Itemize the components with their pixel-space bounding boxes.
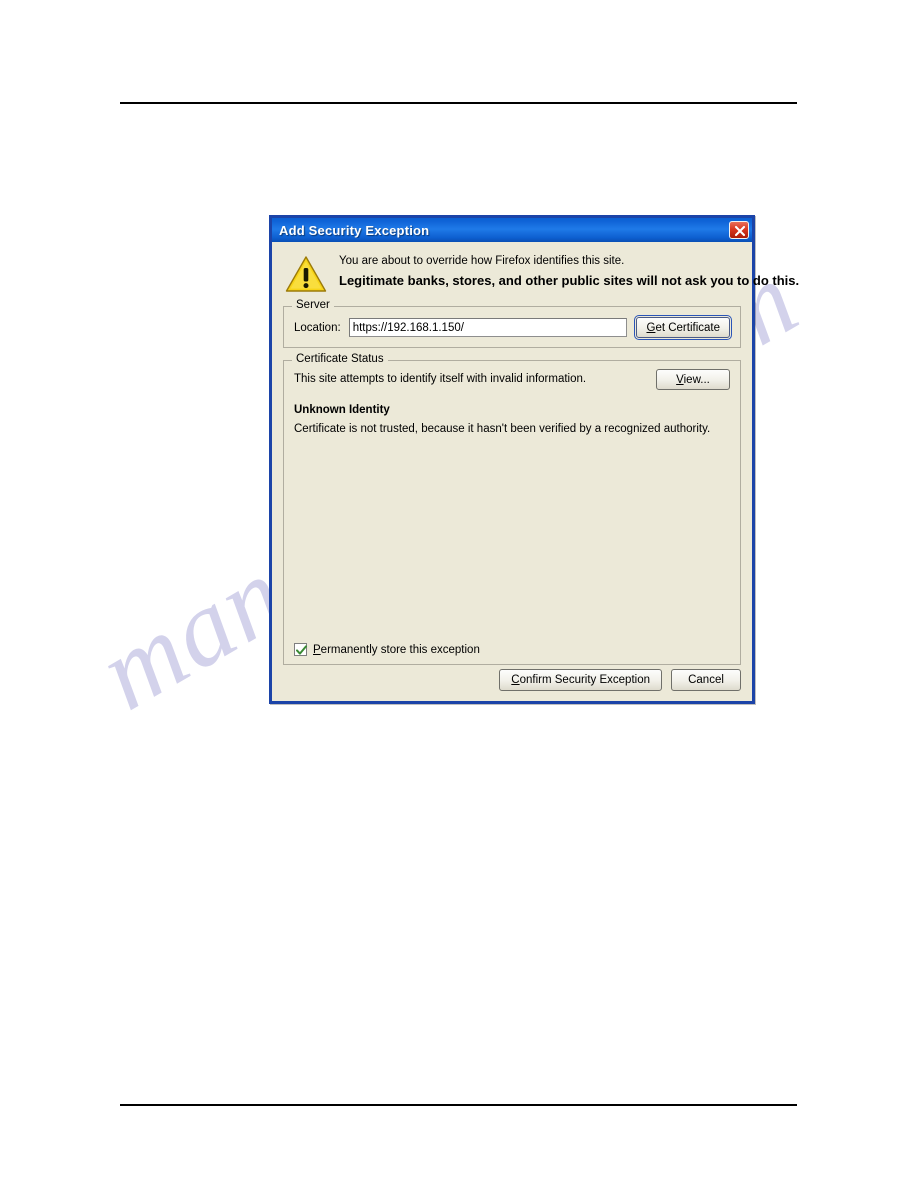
server-location-row: Location: Get Certificate — [294, 315, 732, 340]
unknown-identity-detail: Certificate is not trusted, because it h… — [294, 423, 711, 435]
permanently-store-label[interactable]: Permanently store this exception — [313, 644, 480, 656]
view-certificate-button[interactable]: View... — [656, 369, 730, 390]
page-footer-rule — [120, 1104, 797, 1106]
warning-text: You are about to override how Firefox id… — [339, 253, 799, 290]
unknown-identity-heading: Unknown Identity — [294, 404, 390, 416]
permanently-store-text: ermanently store this exception — [320, 643, 480, 656]
server-groupbox-title: Server — [292, 299, 334, 311]
confirm-security-exception-button[interactable]: Confirm Security Exception — [499, 669, 662, 691]
location-label: Location: — [294, 321, 341, 334]
certificate-status-line: This site attempts to identify itself wi… — [294, 373, 587, 385]
warning-banner: You are about to override how Firefox id… — [281, 250, 799, 301]
location-input[interactable] — [348, 318, 628, 337]
dialog-footer: Confirm Security Exception Cancel — [499, 669, 741, 691]
certificate-status-groupbox-title: Certificate Status — [292, 353, 388, 365]
permanently-store-checkbox[interactable] — [294, 643, 307, 656]
confirm-button-label: onfirm Security Exception — [519, 674, 650, 686]
checkmark-icon — [296, 645, 307, 655]
permanently-store-row[interactable]: Permanently store this exception — [294, 643, 480, 656]
add-security-exception-dialog: Add Security Exception You are about to … — [269, 215, 799, 704]
permanently-store-mnemonic: P — [313, 643, 321, 656]
cancel-button[interactable]: Cancel — [671, 669, 741, 691]
close-button[interactable] — [729, 221, 749, 239]
warning-triangle-icon — [285, 256, 327, 292]
close-icon — [734, 225, 746, 237]
certificate-status-row: This site attempts to identify itself wi… — [294, 369, 730, 390]
dialog-title: Add Security Exception — [279, 222, 430, 238]
get-certificate-label: et Certificate — [655, 321, 720, 334]
get-certificate-button[interactable]: Get Certificate — [634, 315, 732, 340]
warning-line-1: You are about to override how Firefox id… — [339, 255, 625, 267]
page-header-rule — [120, 102, 797, 104]
certificate-status-groupbox: Certificate Status This site attempts to… — [283, 353, 741, 665]
dialog-titlebar[interactable]: Add Security Exception — [272, 218, 752, 242]
confirm-button-mnemonic: C — [511, 674, 520, 686]
dialog-body: You are about to override how Firefox id… — [272, 242, 799, 701]
view-button-mnemonic: V — [676, 373, 684, 386]
warning-line-2: Legitimate banks, stores, and other publ… — [339, 273, 800, 288]
view-button-label: iew... — [683, 373, 710, 386]
server-groupbox: Server Location: Get Certificate — [283, 299, 741, 348]
